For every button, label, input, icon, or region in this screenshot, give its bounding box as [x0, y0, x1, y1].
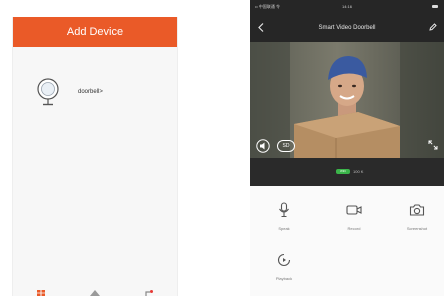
doorbell-screen: •• 中国联通 令 14:16 Smart Video Doorbell SD … [250, 0, 444, 296]
playback-label: Playback [275, 276, 293, 281]
live-video-feed[interactable]: SD [250, 42, 444, 158]
bottom-tabbar [13, 286, 177, 296]
record-button[interactable]: Record [329, 202, 379, 231]
page-title: Smart Video Doorbell [318, 25, 376, 31]
edit-pencil-icon[interactable] [429, 23, 437, 31]
video-camera-icon [346, 205, 362, 215]
home-icon[interactable] [37, 290, 45, 296]
quality-toggle[interactable]: SD [277, 140, 295, 152]
wifi-badge: WiFi [336, 169, 350, 174]
speak-label: Speak [278, 226, 290, 231]
playback-button[interactable]: Playback [259, 252, 309, 281]
playback-icon [277, 253, 291, 267]
device-name: doorbell> [78, 89, 103, 95]
microphone-icon [279, 202, 289, 218]
status-bar: •• 中国联通 令 14:16 [250, 0, 444, 14]
connection-strip: WiFi 100 K [250, 158, 444, 186]
camera-icon [409, 204, 425, 216]
add-device-header: Add Device [13, 17, 177, 47]
battery-icon [432, 5, 438, 8]
speak-button[interactable]: Speak [259, 202, 309, 231]
bitrate-text: 100 K [353, 169, 364, 174]
status-time: 14:16 [341, 4, 352, 9]
add-device-screen: Add Device doorbell> [12, 17, 178, 296]
settings-icon[interactable] [145, 290, 153, 296]
record-label: Record [347, 226, 361, 231]
doorbell-device-icon [37, 78, 59, 106]
speaker-icon[interactable] [256, 139, 270, 153]
control-panel: Speak Record Screenshot Playback [250, 186, 444, 296]
fullscreen-icon[interactable] [428, 140, 438, 150]
device-list-item[interactable]: doorbell> [35, 77, 155, 109]
screenshot-button[interactable]: Screenshot [392, 202, 442, 231]
screenshot-label: Screenshot [406, 226, 428, 231]
title-bar: Smart Video Doorbell [250, 14, 444, 42]
cloud-icon[interactable] [90, 290, 100, 296]
